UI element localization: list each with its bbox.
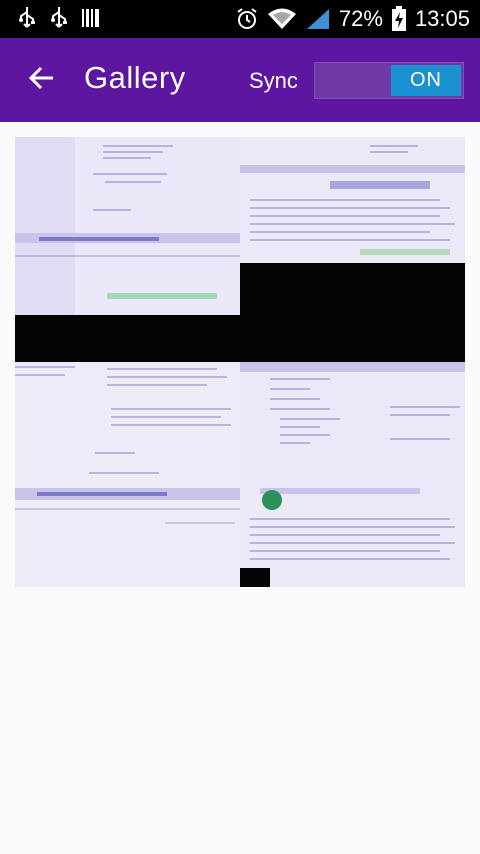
usb-icon bbox=[18, 6, 36, 30]
battery-charging-icon bbox=[391, 6, 407, 32]
battery-percent: 72% bbox=[338, 6, 383, 31]
sync-toggle-state: ON bbox=[391, 65, 461, 96]
status-bar: 72% 13:05 bbox=[0, 0, 480, 38]
gallery-photo[interactable] bbox=[15, 362, 240, 587]
gallery-grid bbox=[15, 137, 465, 587]
barcode-icon bbox=[82, 7, 100, 29]
back-button[interactable] bbox=[22, 60, 62, 100]
app-bar: Gallery Sync ON bbox=[0, 38, 480, 122]
notification-icons bbox=[18, 6, 100, 30]
page-title: Gallery bbox=[84, 60, 186, 95]
wifi-icon bbox=[267, 7, 297, 31]
sync-label: Sync bbox=[249, 68, 298, 93]
alarm-icon bbox=[235, 7, 259, 31]
gallery-photo[interactable] bbox=[15, 137, 240, 362]
sync-toggle[interactable]: ON bbox=[314, 62, 464, 99]
system-icons: 72% 13:05 bbox=[235, 4, 470, 34]
gallery-photo[interactable] bbox=[240, 362, 465, 587]
usb-icon bbox=[50, 6, 68, 30]
signal-icon bbox=[305, 7, 331, 31]
clock: 13:05 bbox=[414, 6, 470, 31]
arrow-back-icon bbox=[28, 65, 55, 95]
gallery-photo[interactable] bbox=[240, 137, 465, 362]
